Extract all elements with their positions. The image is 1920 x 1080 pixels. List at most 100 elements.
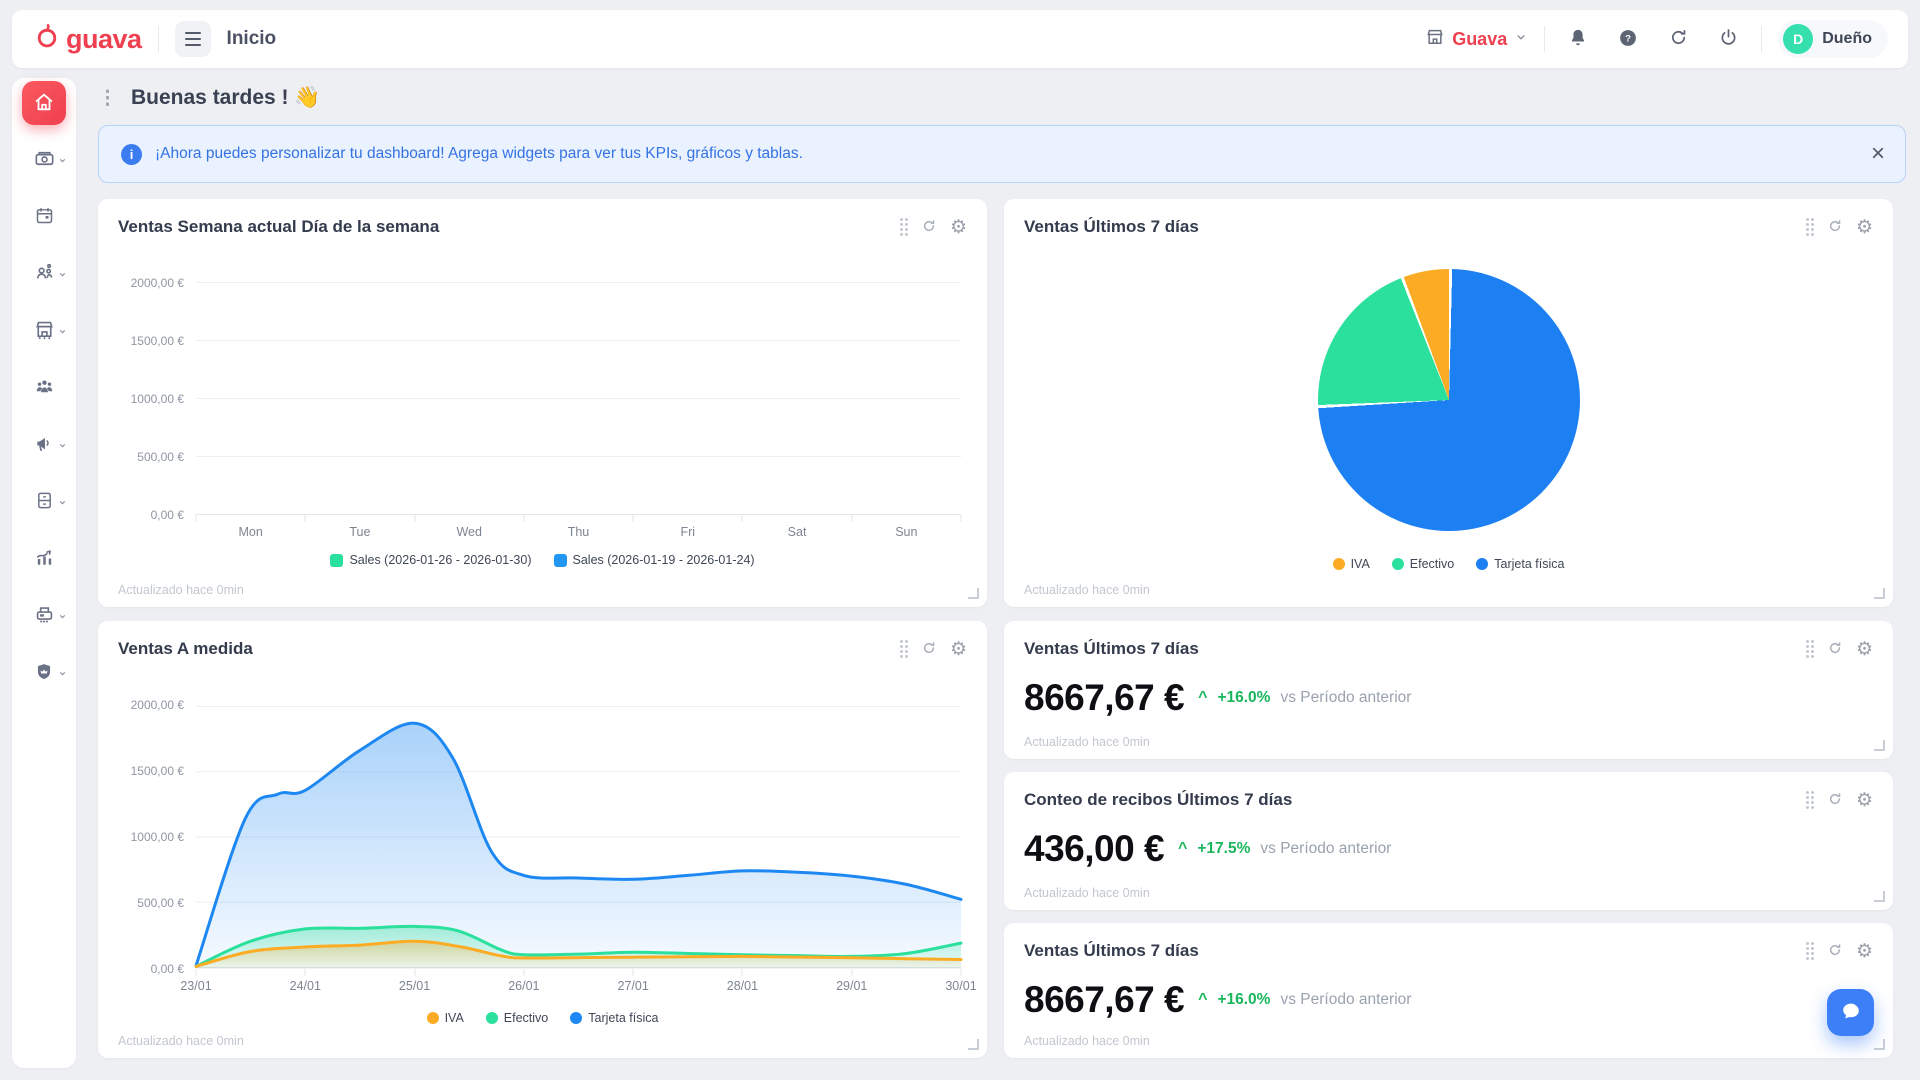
x-axis: MonTueWedThuFriSatSun	[196, 525, 961, 539]
sidebar-item-store[interactable]	[22, 309, 66, 353]
home-icon	[33, 91, 55, 116]
menu-toggle-button[interactable]	[175, 21, 211, 57]
widget-refresh-button[interactable]	[1827, 791, 1843, 810]
widget-settings-button[interactable]: ⚙	[1856, 791, 1873, 810]
legend-swatch	[486, 1012, 498, 1024]
widget-settings-button[interactable]: ⚙	[950, 218, 967, 237]
drag-handle-icon[interactable]	[1806, 218, 1814, 236]
x-axis-tick: Sun	[852, 525, 961, 539]
sidebar-item-archive[interactable]	[22, 480, 66, 524]
divider	[1544, 26, 1545, 52]
sidebar-item-staff[interactable]	[22, 252, 66, 296]
x-axis-tick: 26/01	[508, 979, 539, 993]
sidebar-item-customers[interactable]	[22, 366, 66, 410]
legend-swatch	[330, 554, 343, 567]
sidebar-item-marketing[interactable]	[22, 423, 66, 467]
legend-item: Efectivo	[1392, 557, 1454, 571]
sidebar-item-reports[interactable]	[22, 537, 66, 581]
shield-crown-icon	[33, 661, 55, 686]
drag-handle-icon[interactable]	[1806, 942, 1814, 960]
refresh-button[interactable]	[1661, 22, 1695, 56]
svg-text:?: ?	[1625, 33, 1631, 44]
card-ventas-7dias-pie: Ventas Últimos 7 días ⚙ IVAEfectivoTarje…	[1004, 199, 1893, 607]
widget-refresh-button[interactable]	[1827, 218, 1843, 237]
legend-swatch	[570, 1012, 582, 1024]
user-name: Dueño	[1822, 30, 1872, 48]
x-axis-tick: 30/01	[945, 979, 976, 993]
card-ventas-semana: Ventas Semana actual Día de la semana ⚙ …	[98, 199, 987, 607]
widget-settings-button[interactable]: ⚙	[1856, 942, 1873, 961]
widget-settings-button[interactable]: ⚙	[1856, 218, 1873, 237]
info-icon: i	[121, 144, 142, 165]
logout-button[interactable]	[1711, 22, 1745, 56]
legend-item: IVA	[427, 1011, 464, 1025]
x-axis-tick: 28/01	[727, 979, 758, 993]
kpi-delta: +16.0%	[1217, 991, 1270, 1009]
pie-chart	[1318, 269, 1580, 531]
people-group-icon	[33, 375, 56, 401]
sidebar-item-security[interactable]	[22, 651, 66, 695]
drag-handle-icon[interactable]	[900, 218, 908, 236]
resize-handle[interactable]	[968, 588, 979, 599]
widget-refresh-button[interactable]	[1827, 942, 1843, 961]
x-axis-tick: 23/01	[180, 979, 211, 993]
drag-handle-icon[interactable]: ⋮	[98, 89, 117, 108]
kpi-delta: +16.0%	[1217, 689, 1270, 707]
card-title: Ventas Últimos 7 días	[1024, 941, 1199, 961]
resize-handle[interactable]	[1874, 588, 1885, 599]
resize-handle[interactable]	[1874, 891, 1885, 902]
trend-up-icon: ^	[1198, 991, 1207, 1009]
drag-handle-icon[interactable]	[1806, 791, 1814, 809]
sidebar-item-calendar[interactable]	[22, 195, 66, 239]
chart-trend-icon	[33, 546, 56, 572]
banner-close-button[interactable]: ×	[1871, 142, 1885, 166]
chevron-down-icon	[58, 270, 67, 279]
sidebar-item-cash[interactable]	[22, 138, 66, 182]
drag-handle-icon[interactable]	[1806, 640, 1814, 658]
chevron-down-icon	[58, 156, 67, 165]
card-ventas-a-medida: Ventas A medida ⚙ 0,00 €500,00 €1000,00 …	[98, 621, 987, 1058]
notifications-button[interactable]	[1561, 22, 1595, 56]
avatar: D	[1783, 24, 1813, 54]
x-axis-tick: 27/01	[618, 979, 649, 993]
kpi-delta: +17.5%	[1197, 840, 1250, 858]
guava-logo[interactable]: guava	[32, 22, 142, 57]
card-title: Conteo de recibos Últimos 7 días	[1024, 790, 1292, 810]
kpi-comparison-label: vs Período anterior	[1280, 991, 1411, 1009]
legend: Sales (2026-01-26 - 2026-01-30)Sales (20…	[118, 553, 967, 567]
widget-settings-button[interactable]: ⚙	[1856, 640, 1873, 659]
calendar-icon	[34, 205, 55, 229]
resize-handle[interactable]	[968, 1039, 979, 1050]
greeting-title: Buenas tardes ! 👋	[131, 86, 321, 110]
updated-label: Actualizado hace 0min	[1024, 886, 1150, 900]
store-name: Guava	[1452, 29, 1507, 50]
widget-refresh-button[interactable]	[921, 218, 937, 237]
user-menu[interactable]: D Dueño	[1778, 20, 1888, 58]
card-title: Ventas A medida	[118, 639, 253, 659]
drag-handle-icon[interactable]	[900, 640, 908, 658]
updated-label: Actualizado hace 0min	[1024, 1034, 1150, 1048]
main-content: ⋮ Buenas tardes ! 👋 i ¡Ahora puedes pers…	[98, 78, 1906, 1061]
resize-handle[interactable]	[1874, 1039, 1885, 1050]
sidebar-item-pos[interactable]	[22, 594, 66, 638]
widget-settings-button[interactable]: ⚙	[950, 640, 967, 659]
legend-item: Tarjeta física	[570, 1011, 658, 1025]
power-icon	[1718, 27, 1739, 51]
y-axis-tick: 500,00 €	[137, 896, 184, 910]
trend-up-icon: ^	[1178, 840, 1187, 858]
widget-refresh-button[interactable]	[921, 640, 937, 659]
kpi-value: 8667,67 €	[1024, 979, 1184, 1021]
updated-label: Actualizado hace 0min	[1024, 735, 1150, 749]
legend-swatch	[554, 554, 567, 567]
updated-label: Actualizado hace 0min	[1024, 583, 1150, 597]
resize-handle[interactable]	[1874, 740, 1885, 751]
help-button[interactable]: ?	[1611, 22, 1645, 56]
widget-refresh-button[interactable]	[1827, 640, 1843, 659]
users-gear-icon	[33, 261, 56, 287]
sidebar-item-home[interactable]	[22, 81, 66, 125]
x-axis-tick: Sat	[742, 525, 851, 539]
bell-icon	[1567, 27, 1589, 52]
chat-button[interactable]	[1827, 989, 1874, 1036]
divider	[158, 26, 159, 52]
store-selector[interactable]: Guava	[1425, 27, 1528, 52]
